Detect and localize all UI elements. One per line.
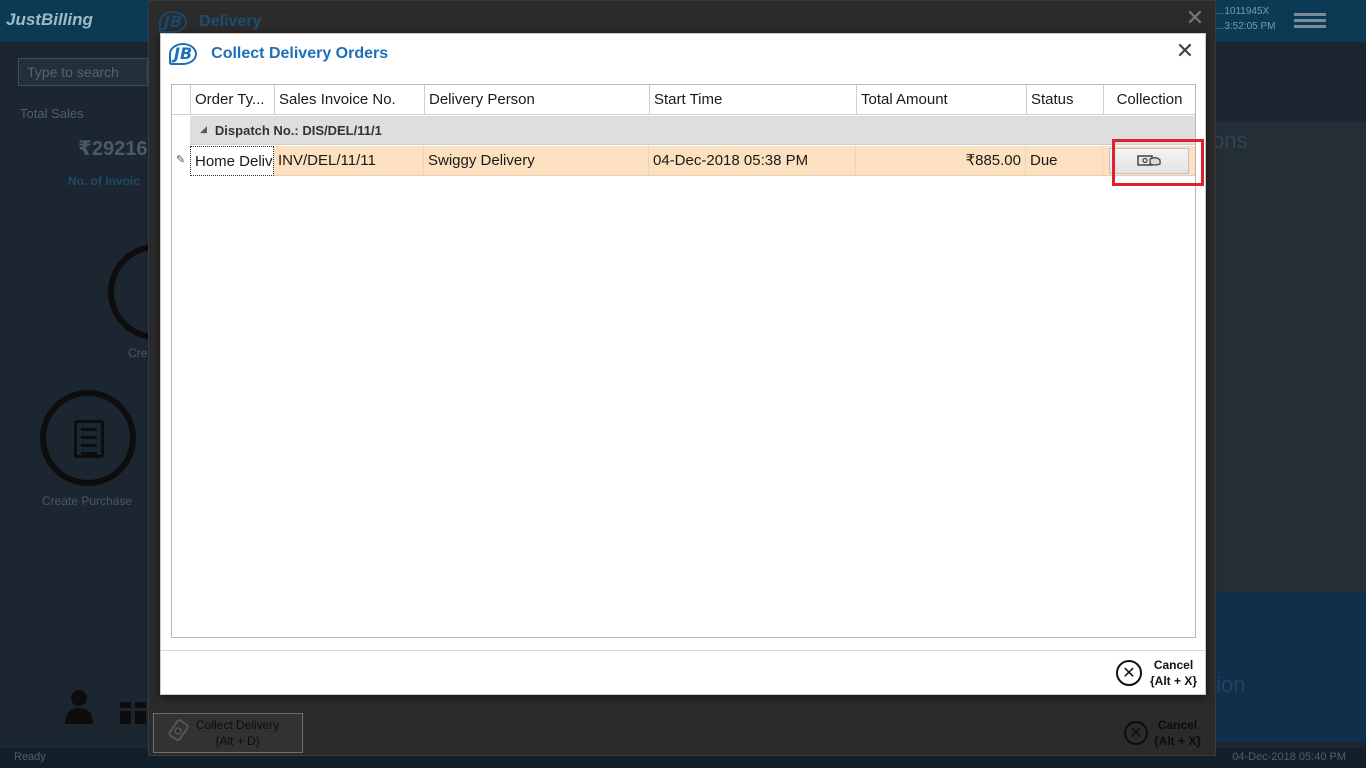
table-row[interactable]: Home Delivery INV/DEL/11/11 Swiggy Deliv… — [190, 146, 1195, 176]
edit-pencil-icon: ✎ — [176, 153, 186, 166]
collect-delivery-button[interactable]: Collect Delivery {Alt + D} — [153, 713, 303, 753]
grid-header: Order Ty... Sales Invoice No. Delivery P… — [172, 85, 1195, 115]
cell-invoice-no[interactable]: INV/DEL/11/11 — [274, 146, 424, 176]
dialog-title: JB Collect Delivery Orders — [169, 42, 388, 66]
total-sales-label: Total Sales — [20, 106, 84, 121]
right-panel-text: ons — [1212, 128, 1248, 153]
status-right: 04-Dec-2018 05:40 PM — [1232, 751, 1346, 763]
column-order-type[interactable]: Order Ty... — [191, 85, 275, 115]
dialog-close-icon[interactable]: ✕ — [1175, 41, 1195, 63]
collection-highlight-box — [1112, 139, 1204, 186]
grid-header-indicator — [172, 85, 191, 115]
collect-delivery-orders-dialog: JB Collect Delivery Orders ✕ Order Ty...… — [160, 33, 1206, 695]
no-of-invoices-label: No. of Invoic — [68, 174, 140, 188]
dialog-title-text: Collect Delivery Orders — [211, 45, 389, 62]
cell-status[interactable]: Due — [1026, 146, 1103, 176]
total-sales-value: ₹29216. — [78, 138, 154, 160]
delivery-title-text: Delivery — [199, 13, 262, 30]
dialog-footer: ✕ Cancel {Alt + X} — [161, 650, 1205, 694]
column-sales-invoice-no[interactable]: Sales Invoice No. — [275, 85, 425, 115]
delivery-window-title: JB Delivery — [159, 9, 261, 35]
column-collection[interactable]: Collection — [1104, 85, 1195, 115]
dialog-cancel-label: Cancel {Alt + X} — [1149, 658, 1197, 688]
hamburger-menu-icon[interactable] — [1294, 10, 1326, 30]
column-start-time[interactable]: Start Time — [650, 85, 857, 115]
cell-order-type[interactable]: Home Delivery — [190, 146, 274, 176]
document-icon — [74, 420, 104, 458]
status-left: Ready — [14, 751, 46, 763]
dispatch-no-label: Dispatch No.: DIS/DEL/11/1 — [214, 122, 382, 138]
create-label: Cre — [128, 346, 148, 360]
row-indicator — [172, 116, 190, 176]
column-total-amount[interactable]: Total Amount — [857, 85, 1027, 115]
jb-logo-icon: JB — [159, 11, 188, 33]
delivery-orders-grid: Order Ty... Sales Invoice No. Delivery P… — [171, 84, 1204, 638]
app-logo: JustBilling — [6, 10, 93, 29]
delivery-close-icon[interactable]: ✕ — [1185, 8, 1205, 30]
group-row-dispatch[interactable]: ◢ Dispatch No.: DIS/DEL/11/1 — [190, 116, 1195, 145]
user-icon[interactable] — [64, 688, 94, 724]
cash-hand-icon — [168, 719, 189, 742]
dialog-cancel-button[interactable]: ✕ Cancel {Alt + X} — [1115, 657, 1197, 689]
column-status[interactable]: Status — [1027, 85, 1104, 115]
collapse-arrow-icon[interactable]: ◢ — [200, 125, 207, 135]
right-panel — [1206, 122, 1366, 592]
cancel-icon: ✕ — [1123, 721, 1148, 745]
create-purchase-icon[interactable] — [40, 390, 136, 486]
top-info: ...1011945X ...3:52:05 PM — [1216, 6, 1276, 32]
cell-delivery-person[interactable]: Swiggy Delivery — [424, 146, 649, 176]
cell-total-amount[interactable]: ₹885.00 — [856, 146, 1026, 176]
gift-icon[interactable] — [118, 692, 148, 724]
right-lower-panel — [1206, 592, 1366, 742]
cancel-icon: ✕ — [1115, 660, 1142, 686]
collect-delivery-label: Collect Delivery {Alt + D} — [196, 718, 280, 748]
cell-start-time[interactable]: 04-Dec-2018 05:38 PM — [649, 146, 856, 176]
search-input[interactable]: Type to search — [18, 58, 148, 86]
delivery-cancel-button[interactable]: ✕ Cancel {Alt + X} — [1123, 717, 1201, 749]
delivery-bottom-bar: Collect Delivery {Alt + D} ✕ Cancel {Alt… — [149, 705, 1215, 755]
column-delivery-person[interactable]: Delivery Person — [425, 85, 650, 115]
delivery-cancel-label: Cancel {Alt + X} — [1153, 718, 1201, 748]
create-purchase-label: Create Purchase — [42, 494, 133, 508]
jb-logo-icon: JB — [169, 43, 198, 65]
